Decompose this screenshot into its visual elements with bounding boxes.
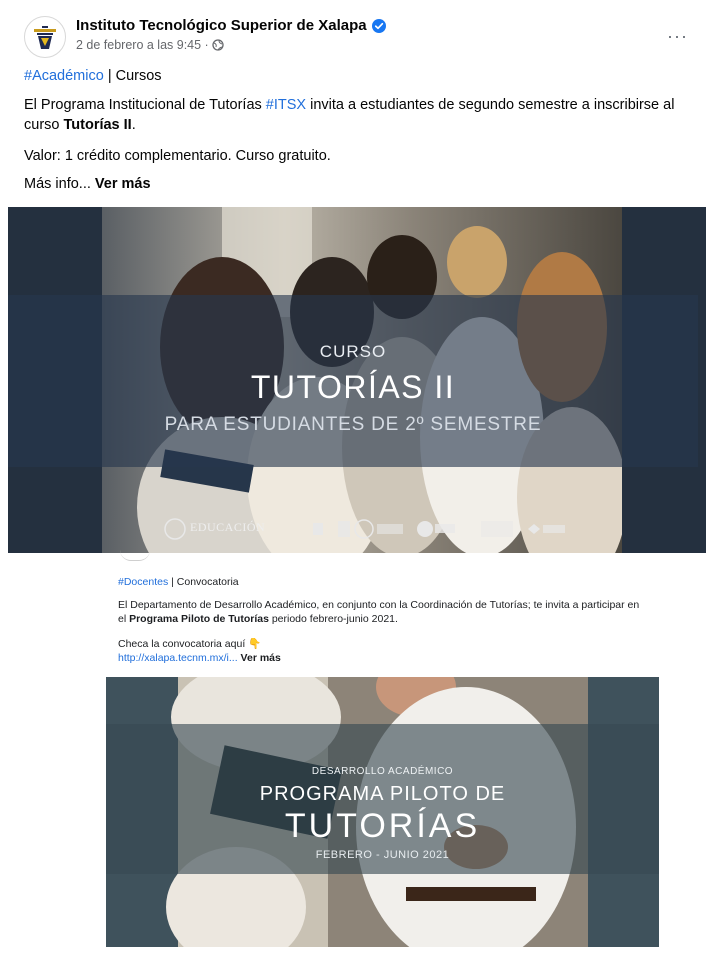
post2-text-line-1: #Docentes | Convocatoria	[118, 575, 649, 589]
image-title: PROGRAMA PILOTO DE	[259, 783, 506, 805]
image-title: TUTORÍAS II	[250, 369, 456, 405]
body-text: El Programa Institucional de Tutorías	[24, 97, 266, 113]
educacion-logo-text: EDUCACIÓN	[190, 520, 266, 534]
post2-text-line-3: Checa la convocatoria aquí 👇	[118, 638, 262, 650]
see-more-link[interactable]: Ver más	[238, 652, 281, 664]
image-overline: DESARROLLO ACADÉMICO	[311, 766, 454, 777]
body-text: periodo febrero-junio 2021.	[268, 613, 398, 625]
page-avatar[interactable]	[24, 16, 66, 58]
globe-icon	[212, 39, 224, 51]
hashtag-academico-link[interactable]: #Académico	[24, 68, 104, 84]
post-card-2: #Docentes | Convocatoria El Departamento…	[106, 553, 659, 955]
post2-text-line-4: http://xalapa.tecnm.mx/i... Ver más	[118, 651, 649, 665]
more-options-button[interactable]: ···	[667, 26, 688, 47]
cropped-avatar	[120, 550, 150, 561]
verified-badge-icon	[371, 19, 386, 34]
page-name[interactable]: Instituto Tecnológico Superior de Xalapa	[76, 17, 386, 34]
hashtag-docentes-link[interactable]: #Docentes	[118, 576, 168, 588]
image-big-title: TUTORÍAS	[284, 807, 481, 845]
image-dates: FEBRERO - JUNIO 2021	[315, 849, 450, 861]
post-text-line-1: #Académico | Cursos	[24, 66, 692, 86]
post2-text-line-2: El Departamento de Desarrollo Académico,…	[118, 598, 649, 626]
post-header: Instituto Tecnológico Superior de Xalapa…	[24, 14, 690, 58]
itsx-logo-icon	[26, 18, 64, 56]
category-text: | Cursos	[103, 68, 162, 84]
see-more-link[interactable]: Ver más	[95, 176, 151, 192]
body-text: .	[131, 117, 136, 133]
post-text-line-3: Valor: 1 crédito complementario. Curso g…	[24, 148, 331, 164]
hashtag-itsx-link[interactable]: #ITSX	[266, 97, 306, 113]
image-subtitle: PARA ESTUDIANTES DE 2º SEMESTRE	[164, 414, 542, 435]
post-card-1: Instituto Tecnológico Superior de Xalapa…	[0, 0, 706, 553]
program-name: Programa Piloto de Tutorías	[129, 613, 269, 625]
post-text-line-4: Más info... Ver más	[24, 174, 692, 194]
timestamp-text[interactable]: 2 de febrero a las 9:45 ·	[76, 38, 212, 52]
more-info-text: Más info...	[24, 176, 95, 192]
category-text: | Convocatoria	[168, 576, 239, 588]
course-name: Tutorías II	[63, 117, 132, 133]
convocatoria-link[interactable]: http://xalapa.tecnm.mx/i...	[118, 652, 238, 664]
page-name-text[interactable]: Instituto Tecnológico Superior de Xalapa	[76, 17, 367, 34]
post-timestamp[interactable]: 2 de febrero a las 9:45 ·	[76, 38, 224, 52]
image-overline: CURSO	[319, 342, 387, 361]
post-text-line-2: El Programa Institucional de Tutorías #I…	[24, 95, 692, 135]
